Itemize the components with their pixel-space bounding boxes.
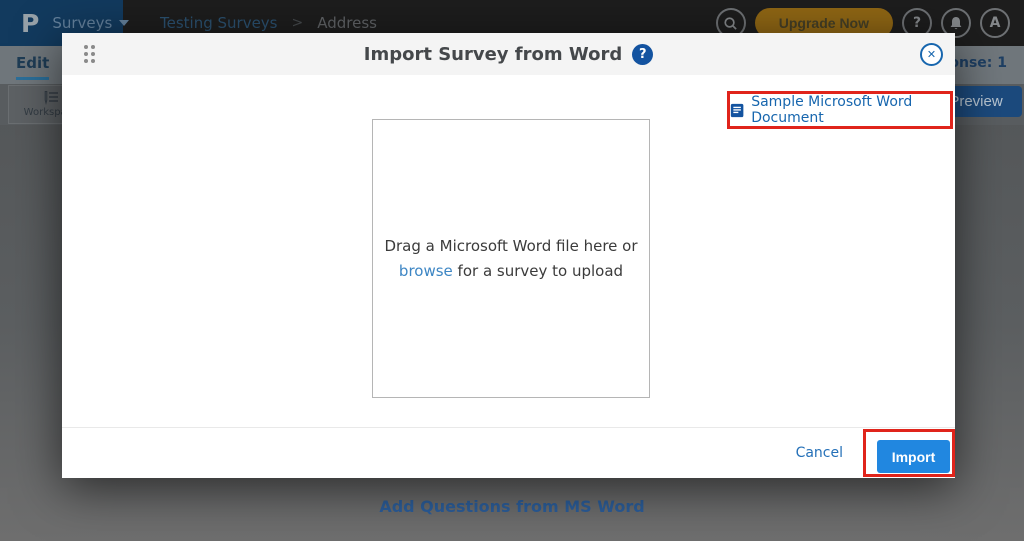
import-button-annotation-box: Import [863, 429, 955, 477]
dropzone-line2: for a survey to upload [453, 262, 623, 280]
footer-divider [62, 427, 955, 428]
workspace-icon [43, 91, 59, 105]
import-button[interactable]: Import [877, 440, 950, 473]
screen: P Surveys Testing Surveys > Address Upgr… [0, 0, 1024, 541]
modal-help-icon[interactable]: ? [632, 44, 653, 65]
bell-icon [949, 16, 963, 31]
breadcrumb-parent-link[interactable]: Testing Surveys [160, 14, 278, 32]
dropzone-line1: Drag a Microsoft Word file here or [384, 237, 637, 255]
tab-edit[interactable]: Edit [16, 54, 49, 80]
sample-link-annotation-box: Sample Microsoft Word Document [727, 91, 953, 129]
sample-word-document-link[interactable]: Sample Microsoft Word Document [751, 94, 950, 126]
avatar[interactable]: A [980, 8, 1010, 38]
browse-link[interactable]: browse [399, 262, 453, 280]
dropzone-instructions: Drag a Microsoft Word file here or brows… [384, 234, 637, 284]
surveys-dropdown[interactable]: Surveys [52, 14, 129, 32]
add-questions-from-ms-word-link[interactable]: Add Questions from MS Word [0, 497, 1024, 516]
close-icon[interactable]: ✕ [920, 43, 943, 66]
search-icon [723, 16, 738, 31]
word-document-icon [730, 102, 744, 119]
file-dropzone[interactable]: Drag a Microsoft Word file here or brows… [372, 119, 650, 398]
import-survey-modal: Import Survey from Word ? ✕ Sample Micro… [62, 33, 955, 478]
cancel-button[interactable]: Cancel [796, 445, 843, 461]
breadcrumb-separator: > [292, 15, 304, 31]
modal-title: Import Survey from Word [364, 44, 623, 65]
surveys-dropdown-label: Surveys [52, 14, 112, 32]
proprofs-logo: P [21, 11, 39, 36]
drag-handle-icon[interactable] [84, 45, 95, 63]
breadcrumb-current: Address [317, 14, 377, 32]
modal-header: Import Survey from Word ? ✕ [62, 33, 955, 75]
chevron-down-icon [119, 20, 129, 26]
